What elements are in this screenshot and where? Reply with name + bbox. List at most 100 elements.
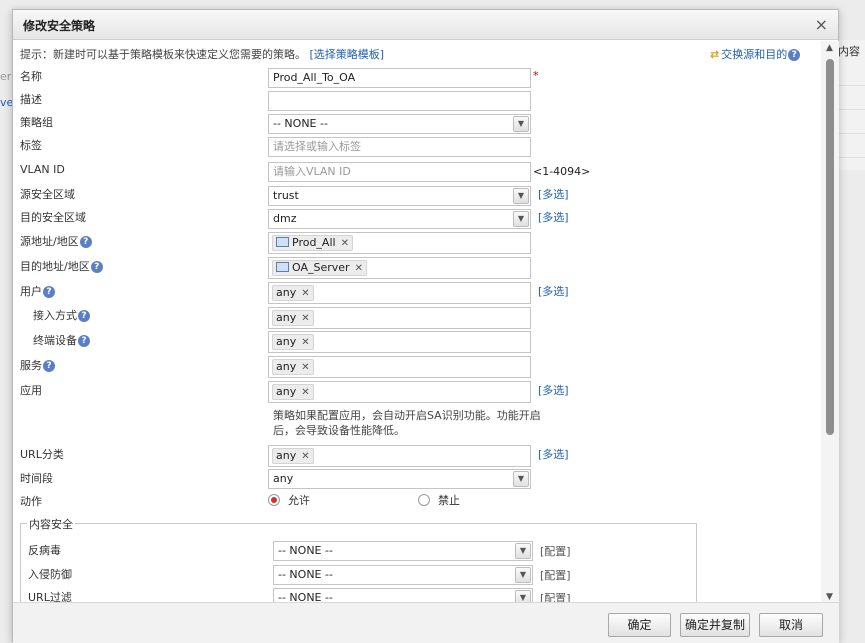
schedule-label: 时间段	[20, 472, 53, 485]
background-left-strip: er ve	[0, 40, 13, 160]
application-tag: any ✕	[272, 384, 314, 400]
ok-button[interactable]: 确定	[608, 613, 671, 637]
question-circle-icon[interactable]: ?	[43, 360, 55, 372]
background-row	[835, 136, 865, 158]
dst-zone-value: dmz	[273, 212, 297, 225]
dst-address-tag: OA_Server ✕	[272, 260, 367, 276]
service-tagbox[interactable]: any ✕	[268, 356, 531, 378]
close-icon[interactable]: ✕	[341, 238, 349, 249]
cancel-button[interactable]: 取消	[759, 613, 823, 637]
radio-selected-icon	[268, 494, 280, 506]
dialog-titlebar[interactable]: 修改安全策略 ×	[13, 10, 838, 40]
question-circle-icon[interactable]: ?	[78, 310, 90, 322]
question-circle-icon[interactable]: ?	[79, 236, 92, 248]
scrollbar-thumb[interactable]	[826, 59, 834, 435]
hint-text: 提示：新建时可以基于策略模板来快速定义您需要的策略。	[20, 48, 306, 61]
user-label: 用户?	[20, 283, 55, 299]
close-icon[interactable]: ✕	[301, 387, 309, 398]
dst-zone-label: 目的安全区域	[20, 211, 86, 224]
vlan-range-hint: <1-4094>	[533, 165, 591, 178]
chevron-down-icon[interactable]: ▼	[515, 543, 531, 559]
src-zone-multi-select-link[interactable]: [多选]	[538, 186, 569, 202]
computer-icon	[276, 262, 289, 272]
computer-icon	[276, 237, 289, 247]
schedule-select[interactable]: any ▼	[268, 469, 531, 489]
src-address-tagbox[interactable]: Prod_All ✕	[268, 232, 531, 254]
chevron-down-icon[interactable]: ▼	[513, 211, 529, 227]
close-icon[interactable]: ✕	[301, 288, 309, 299]
close-icon[interactable]: ×	[815, 15, 828, 34]
question-circle-icon[interactable]: ?	[43, 286, 55, 298]
antivirus-config-link[interactable]: [配置]	[540, 543, 571, 559]
required-mark: *	[533, 69, 539, 82]
radio-empty-icon	[418, 494, 430, 506]
close-icon[interactable]: ✕	[301, 337, 309, 348]
user-tagbox[interactable]: any ✕	[268, 282, 531, 304]
src-zone-value: trust	[273, 189, 299, 202]
close-icon[interactable]: ✕	[301, 451, 309, 462]
src-zone-label: 源安全区域	[20, 188, 75, 201]
select-template-link[interactable]: [选择策略模板]	[310, 48, 385, 61]
ok-and-copy-button[interactable]: 确定并复制	[680, 613, 750, 637]
application-label: 应用	[20, 384, 42, 397]
question-circle-icon[interactable]: ?	[78, 335, 90, 347]
src-address-tag: Prod_All ✕	[272, 235, 353, 251]
edit-security-policy-dialog: 修改安全策略 × 提示：新建时可以基于策略模板来快速定义您需要的策略。 [选择策…	[12, 9, 839, 643]
name-input[interactable]: Prod_All_To_OA	[268, 68, 531, 88]
access-mode-tagbox[interactable]: any ✕	[268, 307, 531, 329]
dst-zone-select[interactable]: dmz ▼	[268, 209, 531, 229]
question-circle-icon[interactable]: ?	[90, 261, 103, 273]
scroll-down-icon[interactable]: ▼	[826, 592, 833, 602]
access-mode-tag: any ✕	[272, 310, 314, 326]
src-zone-select[interactable]: trust ▼	[268, 186, 531, 206]
background-row	[835, 88, 865, 110]
action-allow-radio[interactable]: 允许	[268, 492, 310, 508]
policy-group-select[interactable]: -- NONE -- ▼	[268, 114, 531, 134]
terminal-device-label: 终端设备?	[33, 332, 90, 348]
url-filter-select[interactable]: -- NONE -- ▼	[273, 588, 533, 602]
chevron-down-icon[interactable]: ▼	[513, 188, 529, 204]
chevron-down-icon[interactable]: ▼	[513, 116, 529, 132]
description-input[interactable]	[268, 91, 531, 111]
ips-select[interactable]: -- NONE -- ▼	[273, 565, 533, 585]
vlan-id-input[interactable]: 请输入VLAN ID	[268, 162, 531, 182]
ips-label: 入侵防御	[28, 568, 72, 581]
url-filter-config-link[interactable]: [配置]	[540, 590, 571, 602]
url-category-tag: any ✕	[272, 448, 314, 464]
dst-zone-multi-select-link[interactable]: [多选]	[538, 209, 569, 225]
background-right-panel: 内容	[835, 40, 865, 170]
terminal-device-tag: any ✕	[272, 334, 314, 350]
background-row	[835, 64, 865, 86]
vertical-scrollbar[interactable]: ▲ ▼	[821, 41, 839, 602]
url-category-tagbox[interactable]: any ✕	[268, 445, 531, 467]
chevron-down-icon[interactable]: ▼	[513, 471, 529, 487]
ips-config-link[interactable]: [配置]	[540, 567, 571, 583]
application-note: 策略如果配置应用，会自动开启SA识别功能。功能开启后，会导致设备性能降低。	[273, 409, 541, 437]
terminal-device-tagbox[interactable]: any ✕	[268, 331, 531, 353]
url-category-multi-select-link[interactable]: [多选]	[538, 446, 569, 462]
src-address-label: 源地址/地区?	[20, 233, 92, 249]
antivirus-label: 反病毒	[28, 544, 61, 557]
close-icon[interactable]: ✕	[355, 263, 363, 274]
background-column-header: 内容	[838, 45, 860, 58]
action-deny-radio[interactable]: 禁止	[418, 492, 460, 508]
dialog-content: 提示：新建时可以基于策略模板来快速定义您需要的策略。 [选择策略模板] ⇄ 交换源…	[13, 41, 821, 602]
close-icon[interactable]: ✕	[301, 313, 309, 324]
dialog-title: 修改安全策略	[23, 19, 96, 33]
scroll-up-icon[interactable]: ▲	[826, 43, 833, 53]
chevron-down-icon[interactable]: ▼	[515, 567, 531, 583]
question-circle-icon[interactable]: ?	[788, 49, 801, 61]
dst-address-label: 目的地址/地区?	[20, 258, 103, 274]
user-tag: any ✕	[272, 285, 314, 301]
chevron-down-icon[interactable]: ▼	[515, 590, 531, 602]
swap-src-dst-link[interactable]: ⇄ 交换源和目的?	[710, 46, 801, 62]
content-security-legend: 内容安全	[27, 516, 75, 532]
application-tagbox[interactable]: any ✕	[268, 381, 531, 403]
dst-address-tagbox[interactable]: OA_Server ✕	[268, 257, 531, 279]
user-multi-select-link[interactable]: [多选]	[538, 283, 569, 299]
antivirus-select[interactable]: -- NONE -- ▼	[273, 541, 533, 561]
url-filter-label: URL过滤	[28, 591, 72, 602]
application-multi-select-link[interactable]: [多选]	[538, 382, 569, 398]
close-icon[interactable]: ✕	[301, 362, 309, 373]
tags-input[interactable]: 请选择或输入标签	[268, 137, 531, 157]
